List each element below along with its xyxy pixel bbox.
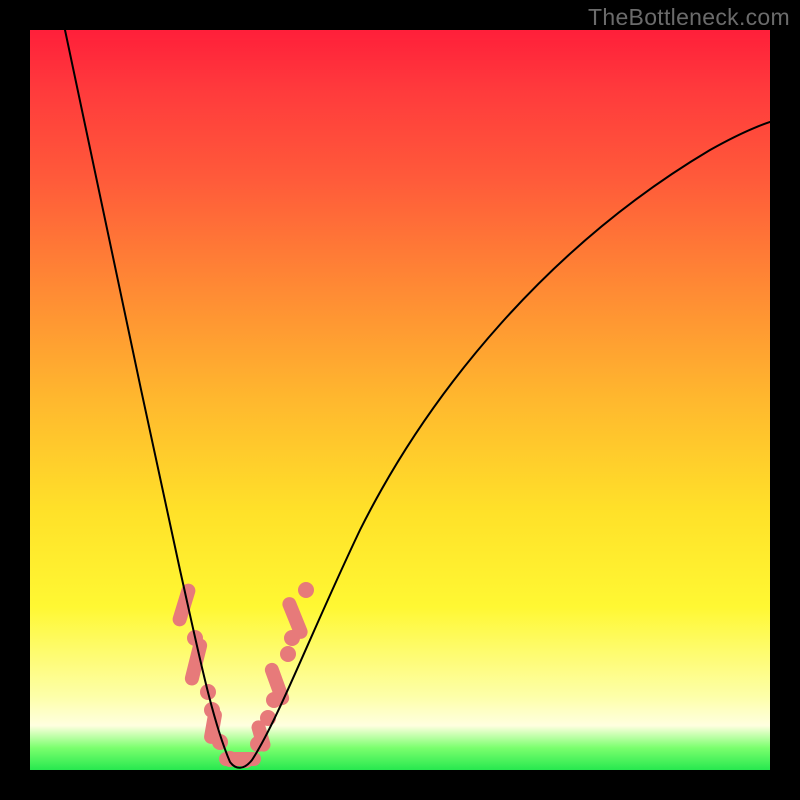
bottleneck-chart xyxy=(30,30,770,770)
watermark-text: TheBottleneck.com xyxy=(588,4,790,31)
bottleneck-curve-path xyxy=(65,30,770,768)
marker-cluster-left xyxy=(171,582,228,750)
marker-cluster-bottom xyxy=(219,751,261,768)
marker-cluster-right xyxy=(250,582,314,753)
